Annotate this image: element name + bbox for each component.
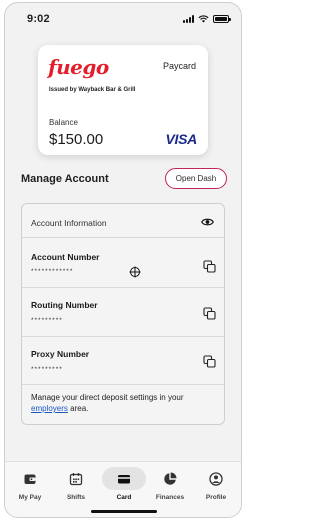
card-issuer: Issued by Wayback Bar & Grill [49, 87, 136, 93]
eye-icon[interactable] [201, 217, 214, 227]
signal-icon [183, 15, 194, 23]
home-indicator [91, 510, 157, 513]
copy-icon[interactable] [203, 307, 216, 320]
pie-chart-icon [164, 472, 177, 485]
status-time: 9:02 [27, 13, 50, 25]
proxy-number-label: Proxy Number [31, 349, 90, 359]
nav-label: Card [116, 494, 132, 501]
account-number-label: Account Number [31, 252, 100, 262]
phone-screen: 9:02 fuego Paycard Issued by Wayback Bar… [4, 2, 242, 518]
calendar-icon [69, 473, 83, 486]
note-text-end: area. [67, 404, 89, 413]
card-brand-logo: fuego [48, 55, 109, 79]
account-information-panel: Account Information Account Number *****… [21, 203, 225, 425]
open-dash-button[interactable]: Open Dash [165, 168, 227, 189]
nav-my-pay[interactable]: My Pay [7, 462, 53, 517]
employers-link[interactable]: employers [31, 404, 68, 413]
wifi-icon [198, 15, 209, 23]
paycard[interactable]: fuego Paycard Issued by Wayback Bar & Gr… [38, 45, 208, 155]
card-icon [118, 475, 130, 484]
direct-deposit-note: Manage your direct deposit settings in y… [31, 392, 219, 414]
status-bar: 9:02 [5, 3, 241, 33]
routing-number-label: Routing Number [31, 300, 98, 310]
battery-icon [213, 15, 231, 23]
crosshair-cursor-icon [129, 266, 141, 278]
routing-number-value: ********* [31, 317, 63, 324]
nav-label: Finances [155, 494, 185, 501]
nav-profile[interactable]: Profile [193, 462, 239, 517]
card-type-label: Paycard [162, 61, 196, 71]
profile-icon [209, 472, 223, 486]
wallet-icon [24, 474, 36, 484]
proxy-number-value: ********* [31, 366, 63, 373]
bottom-navigation: My Pay Shifts Card Finances Profile [5, 461, 241, 517]
divider [22, 336, 224, 337]
account-information-header: Account Information [31, 218, 107, 228]
nav-label: Shifts [66, 494, 86, 501]
balance-amount: $150.00 [49, 131, 104, 148]
account-number-value: ************ [31, 268, 74, 275]
nav-label: Profile [205, 494, 227, 501]
copy-icon[interactable] [203, 355, 216, 368]
note-text: Manage your direct deposit settings in y… [31, 393, 184, 402]
visa-logo: VISA [165, 131, 198, 147]
divider [22, 237, 224, 238]
manage-account-title: Manage Account [21, 173, 109, 185]
balance-label: Balance [49, 118, 78, 127]
divider [22, 287, 224, 288]
divider [22, 384, 224, 385]
nav-label: My Pay [18, 494, 42, 501]
copy-icon[interactable] [203, 260, 216, 273]
status-icons [183, 15, 231, 23]
